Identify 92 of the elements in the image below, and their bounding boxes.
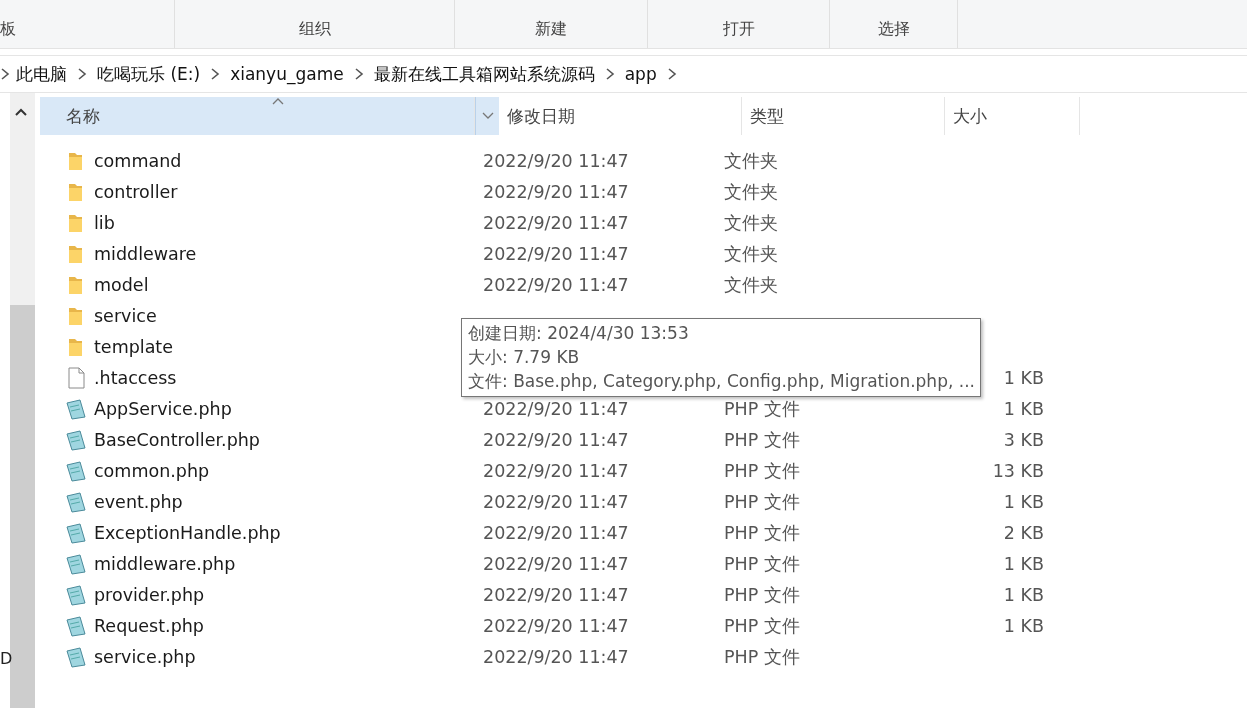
table-cell: 2022/9/20 11:47 [483, 212, 629, 233]
breadcrumb-item[interactable]: 吃喝玩乐 (E:) [93, 62, 205, 86]
table-cell: 2022/9/20 11:47 [483, 460, 629, 481]
scrollbar-thumb[interactable] [10, 305, 35, 708]
file-name[interactable]: command [94, 150, 182, 171]
table-cell: 2022/9/20 11:47 [483, 429, 629, 450]
table-cell: 2022/9/20 11:47 [483, 584, 629, 605]
table-cell: 2022/9/20 11:47 [483, 522, 629, 543]
file-name[interactable]: Request.php [94, 615, 204, 636]
file-icon [66, 366, 86, 389]
table-cell: 2022/9/20 11:47 [483, 150, 629, 171]
file-name[interactable]: middleware.php [94, 553, 236, 574]
table-cell: PHP 文件 [724, 646, 800, 667]
ribbon-group-label: 打开 [722, 19, 755, 40]
table-cell: 文件夹 [724, 150, 778, 171]
script-file-icon [66, 552, 86, 575]
table-cell: PHP 文件 [724, 398, 800, 419]
table-cell: 2022/9/20 11:47 [483, 553, 629, 574]
caret-icon [481, 112, 494, 120]
script-file-icon [66, 614, 86, 637]
table-cell: 1 KB [1003, 367, 1044, 388]
column-header[interactable]: 大小 [945, 97, 1080, 135]
table-cell: 2022/9/20 11:47 [483, 274, 629, 295]
file-name[interactable]: ExceptionHandle.php [94, 522, 281, 543]
table-cell: 2022/9/20 11:47 [483, 398, 629, 419]
table-cell: 1 KB [1003, 584, 1044, 605]
column-header[interactable]: 修改日期 [499, 97, 742, 135]
table-cell: 13 KB [992, 460, 1044, 481]
file-name[interactable]: service.php [94, 646, 196, 667]
script-file-icon [66, 583, 86, 606]
table-cell: 1 KB [1003, 615, 1044, 636]
file-name[interactable]: controller [94, 181, 178, 202]
table-cell: 2022/9/20 11:47 [483, 243, 629, 264]
table-cell: PHP 文件 [724, 460, 800, 481]
table-cell: 2022/9/20 11:47 [483, 181, 629, 202]
table-cell: 文件夹 [724, 212, 778, 233]
table-cell: 2022/9/20 11:47 [483, 491, 629, 512]
script-file-icon [66, 521, 86, 544]
script-file-icon [66, 459, 86, 482]
script-file-icon [66, 645, 86, 668]
scroll-up-icon[interactable] [14, 107, 28, 117]
table-cell: PHP 文件 [724, 615, 800, 636]
table-cell: 1 KB [1003, 398, 1044, 419]
chevron-icon [0, 68, 10, 80]
breadcrumb-item[interactable]: app [620, 64, 661, 84]
ribbon-group-label: 组织 [298, 19, 331, 40]
script-file-icon [66, 490, 86, 513]
table-cell: 文件夹 [724, 181, 778, 202]
table-cell: 文件夹 [724, 274, 778, 295]
chevron-icon[interactable] [353, 68, 364, 80]
chevron-icon[interactable] [210, 68, 221, 80]
name-column-header[interactable]: 名称 [40, 97, 475, 135]
chevron-icon[interactable] [77, 68, 87, 80]
breadcrumb-item[interactable]: 最新在线工具箱网站系统源码 [369, 62, 599, 86]
file-name[interactable]: middleware [94, 243, 197, 264]
table-cell: 2022/9/20 11:47 [483, 615, 629, 636]
sort-caret-icon [272, 97, 284, 105]
table-cell: 2 KB [1003, 522, 1044, 543]
ribbon-group-label: 新建 [535, 19, 567, 40]
table-cell: PHP 文件 [724, 584, 800, 605]
tooltip-line: 大小: 7.79 KB [468, 346, 581, 369]
table-cell: 3 KB [1003, 429, 1044, 450]
file-name[interactable]: AppService.php [94, 398, 232, 419]
table-cell: 文件夹 [724, 243, 778, 264]
table-cell: PHP 文件 [724, 429, 800, 450]
file-name[interactable]: model [94, 274, 149, 295]
ribbon-group-label: 选择 [877, 19, 910, 40]
table-cell: PHP 文件 [724, 522, 800, 543]
column-header[interactable]: 类型 [742, 97, 945, 135]
file-name[interactable]: template [94, 336, 173, 357]
file-name[interactable]: lib [94, 212, 115, 233]
breadcrumb-item[interactable]: xianyu_game [226, 64, 348, 84]
tooltip-line: 创建日期: 2024/4/30 13:53 [468, 322, 690, 345]
breadcrumb-item[interactable]: 此电脑 [12, 62, 71, 86]
chevron-icon[interactable] [604, 68, 615, 80]
file-name[interactable]: .htaccess [94, 367, 177, 388]
table-cell: PHP 文件 [724, 553, 800, 574]
file-name[interactable]: service [94, 305, 157, 326]
file-name[interactable]: common.php [94, 460, 210, 481]
file-name[interactable]: event.php [94, 491, 183, 512]
table-cell: 1 KB [1003, 491, 1044, 512]
file-name[interactable]: provider.php [94, 584, 205, 605]
chevron-icon[interactable] [666, 68, 677, 80]
script-file-icon [66, 428, 86, 451]
tooltip-line: 文件: Base.php, Category.php, Config.php, Migration.php, ... [468, 370, 975, 393]
nav-pane-label: D [0, 649, 13, 668]
ribbon-group-label: 板 [0, 19, 16, 40]
table-cell: 1 KB [1003, 553, 1044, 574]
script-file-icon [66, 397, 86, 420]
table-cell: 2022/9/20 11:47 [483, 646, 629, 667]
table-cell: PHP 文件 [724, 491, 800, 512]
file-name[interactable]: BaseController.php [94, 429, 260, 450]
